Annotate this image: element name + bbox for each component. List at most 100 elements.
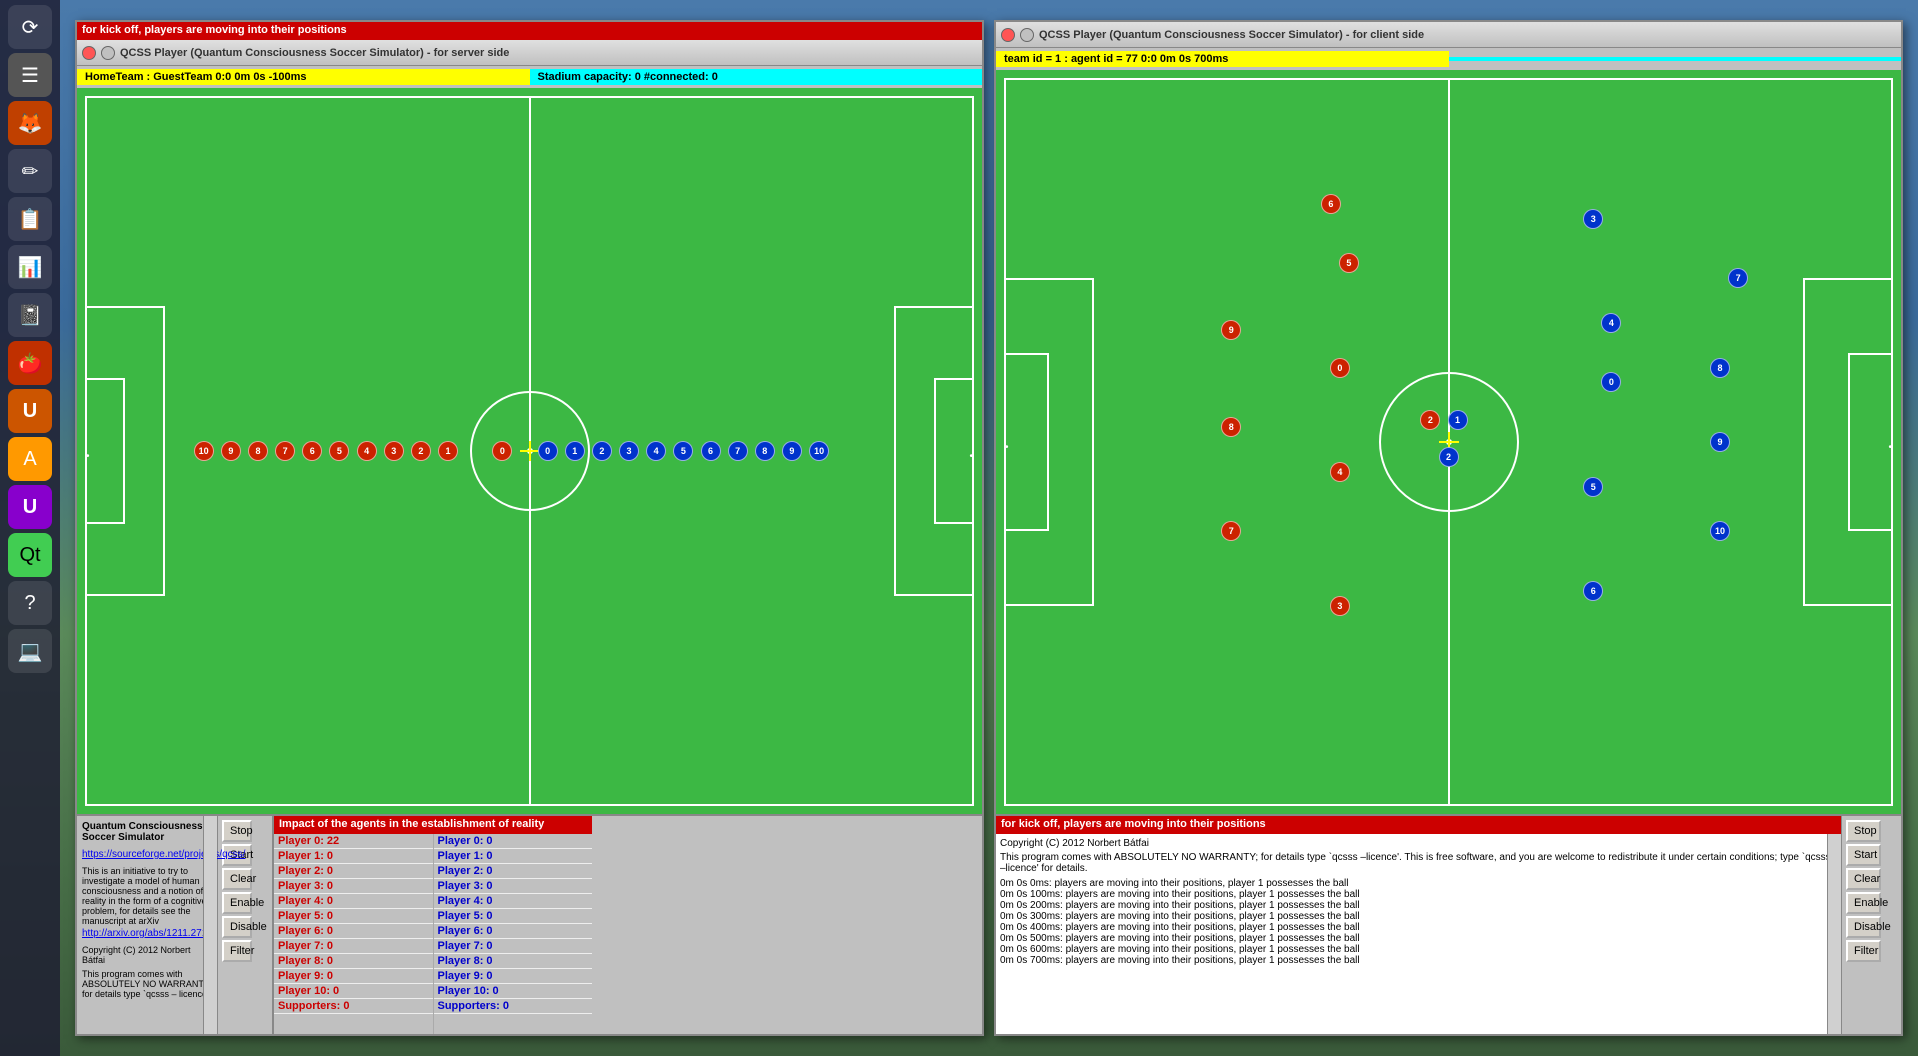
client-right-marker: • [1888,442,1892,453]
server-enable-button[interactable]: Enable [222,892,252,914]
client-buttons-panel: Stop Start Clear Enable Disable Filter [1841,816,1901,1034]
right-marker: • [969,451,973,462]
server-p7-col1: Player 7: 0 [274,939,433,954]
taskbar-icon-1[interactable]: ⟳ [8,5,52,49]
client-red-8: 8 [1221,417,1241,437]
server-blue-9: 9 [782,441,802,461]
taskbar-icon-terminal[interactable]: 💻 [8,629,52,673]
server-window: QCSS Player (Quantum Consciousness Socce… [75,20,984,1036]
client-left-marker: • [1005,442,1009,453]
taskbar-icon-notebook[interactable]: 📓 [8,293,52,337]
client-red-7: 7 [1221,521,1241,541]
server-arxiv-link[interactable]: http://arxiv.org/abs/1211.2719 [82,928,212,939]
server-red-9: 9 [221,441,241,461]
server-red-3: 3 [384,441,404,461]
server-filter-button[interactable]: Filter [222,940,252,962]
server-p9-col1: Player 9: 0 [274,969,433,984]
client-log-600ms: 0m 0s 600ms: players are moving into the… [1000,944,1837,955]
taskbar-icon-u2[interactable]: U [8,485,52,529]
server-players-panel: Impact of the agents in the establishmen… [272,816,592,1034]
client-enable-button[interactable]: Enable [1846,892,1881,914]
server-titlebar: QCSS Player (Quantum Consciousness Socce… [77,40,982,66]
left-goal-small [85,378,125,523]
taskbar-icon-u1[interactable]: U [8,389,52,433]
windows-area: QCSS Player (Quantum Consciousness Socce… [60,0,1918,1056]
server-blue-10: 10 [809,441,829,461]
server-stop-button[interactable]: Stop [222,820,252,842]
server-blue-5: 5 [673,441,693,461]
server-p8-col2: Player 8: 0 [434,954,593,969]
taskbar-icon-firefox[interactable]: 🦊 [8,101,52,145]
client-log-200ms: 0m 0s 200ms: players are moving into the… [1000,900,1837,911]
server-status-right: Stadium capacity: 0 #connected: 0 [530,69,983,85]
server-supporters-col2: Supporters: 0 [434,999,593,1014]
server-p6-col2: Player 6: 0 [434,924,593,939]
server-p10-col2: Player 10: 0 [434,984,593,999]
taskbar-icon-notes[interactable]: 📋 [8,197,52,241]
server-warranty: This program comes with ABSOLUTELY NO WA… [82,969,212,999]
server-players-col2: Player 0: 0 Player 1: 0 Player 2: 0 Play… [434,834,593,1034]
client-start-button[interactable]: Start [1846,844,1881,866]
client-filter-button[interactable]: Filter [1846,940,1881,962]
client-disable-button[interactable]: Disable [1846,916,1881,938]
taskbar: ⟳ ☰ 🦊 ✏ 📋 📊 📓 🍅 U A U Qt ? 💻 [0,0,60,1056]
server-window-title: QCSS Player (Quantum Consciousness Socce… [120,47,509,59]
client-log-panel: for kick off, players are moving into th… [996,816,1841,1034]
taskbar-icon-spreadsheet[interactable]: 📊 [8,245,52,289]
server-close-button[interactable] [82,46,96,60]
server-controls-scrollbar[interactable] [203,816,217,1034]
client-message-bar: for kick off, players are moving into th… [996,816,1841,834]
client-blue-5: 5 [1583,477,1603,497]
server-p4-col2: Player 4: 0 [434,894,593,909]
taskbar-icon-2[interactable]: ☰ [8,53,52,97]
server-sourceforge-link[interactable]: https://sourceforge.net/projects/qcss/ [82,849,212,860]
taskbar-icon-edit[interactable]: ✏ [8,149,52,193]
server-app-name: Quantum Consciousness Soccer Simulator [82,821,212,843]
client-clear-button[interactable]: Clear [1846,868,1881,890]
taskbar-icon-tomato[interactable]: 🍅 [8,341,52,385]
client-min-button[interactable] [1020,28,1034,42]
taskbar-icon-qt[interactable]: Qt [8,533,52,577]
client-log-content: Copyright (C) 2012 Norbert Bátfai This p… [996,834,1841,1034]
server-statusbar: HomeTeam : GuestTeam 0:0 0m 0s -100ms St… [77,66,982,88]
server-p6-col1: Player 6: 0 [274,924,433,939]
server-blue-3: 3 [619,441,639,461]
right-goal-small [934,378,974,523]
server-p1-col2: Player 1: 0 [434,849,593,864]
server-blue-0: 0 [538,441,558,461]
client-blue-10: 10 [1710,521,1730,541]
server-red-8: 8 [248,441,268,461]
server-red-0: 0 [492,441,512,461]
server-blue-6: 6 [701,441,721,461]
client-close-button[interactable] [1001,28,1015,42]
client-log-500ms: 0m 0s 500ms: players are moving into the… [1000,933,1837,944]
client-log-700ms: 0m 0s 700ms: players are moving into the… [1000,955,1837,966]
server-red-1: 1 [438,441,458,461]
server-p3-col1: Player 3: 0 [274,879,433,894]
server-players-header: Impact of the agents in the establishmen… [274,816,592,834]
server-min-button[interactable] [101,46,115,60]
server-clear-button[interactable]: Clear [222,868,252,890]
server-info-text: This is an initiative to try to investig… [82,866,212,926]
client-blue-6: 6 [1583,581,1603,601]
client-log-400ms: 0m 0s 400ms: players are moving into the… [1000,922,1837,933]
client-red-3: 3 [1330,596,1350,616]
server-red-10: 10 [194,441,214,461]
server-p10-col1: Player 10: 0 [274,984,433,999]
server-disable-button[interactable]: Disable [222,916,252,938]
client-blue-9: 9 [1710,432,1730,452]
client-stop-button[interactable]: Stop [1846,820,1881,842]
client-soccer-field: 6 5 9 0 8 4 7 3 2 1 2 3 7 4 8 0 9 5 6 10 [996,70,1901,814]
client-log-scrollbar[interactable] [1827,834,1841,1034]
server-blue-8: 8 [755,441,775,461]
taskbar-icon-amazon[interactable]: A [8,437,52,481]
client-red-5: 5 [1339,253,1359,273]
server-copyright: Copyright (C) 2012 Norbert Bátfai [82,945,212,965]
server-red-7: 7 [275,441,295,461]
server-players-table: Player 0: 22 Player 1: 0 Player 2: 0 Pla… [274,834,592,1034]
server-status-left: HomeTeam : GuestTeam 0:0 0m 0s -100ms [77,69,530,85]
server-p9-col2: Player 9: 0 [434,969,593,984]
server-p3-col2: Player 3: 0 [434,879,593,894]
taskbar-icon-help[interactable]: ? [8,581,52,625]
client-blue-4: 4 [1601,313,1621,333]
